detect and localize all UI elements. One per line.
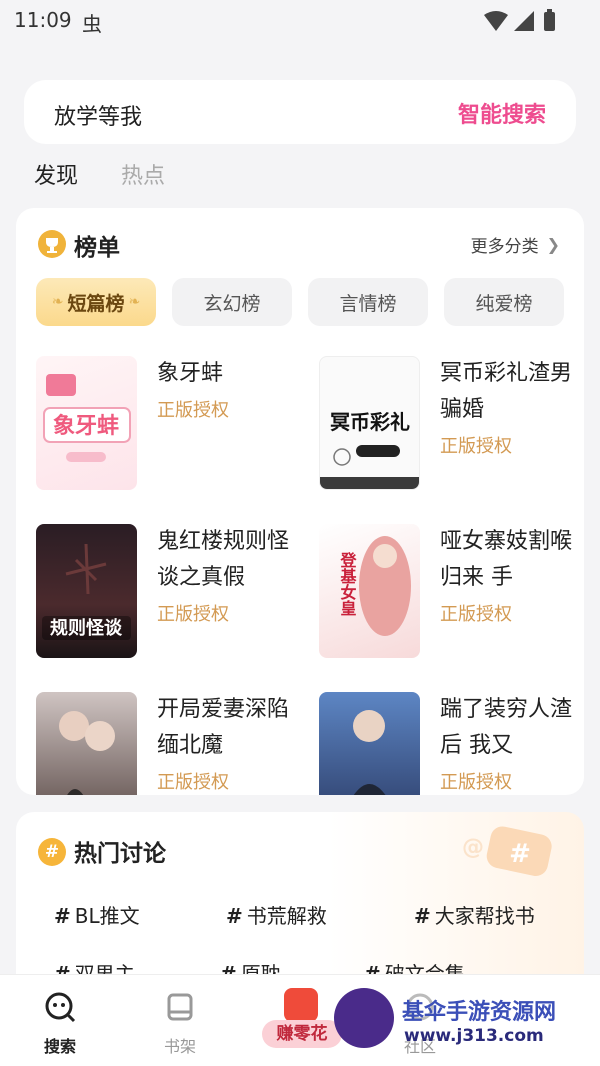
book-item[interactable]: 冥币彩礼 冥币彩礼渣男骗婚 正版授权 — [319, 356, 584, 516]
chip-label: 言情榜 — [339, 292, 397, 315]
hashtag-icon: # — [414, 904, 431, 928]
search-face-icon — [45, 992, 76, 1023]
nav-label: 书架 — [163, 1037, 196, 1056]
book-item[interactable]: 象牙蚌 象牙蚌 正版授权 — [36, 356, 306, 516]
topic-link[interactable]: # 书荒解救 — [226, 900, 327, 929]
book-item[interactable]: 规则怪谈 鬼红楼规则怪谈之真假 正版授权 — [36, 524, 306, 684]
license-tag: 正版授权 — [157, 604, 229, 625]
chip-label: 玄幻榜 — [203, 292, 261, 315]
status-bar: 11:09 虫 — [0, 0, 600, 42]
topic-label: 大家帮找书 — [434, 904, 535, 928]
topic-label: BL推文 — [74, 904, 140, 928]
watermark-logo — [334, 988, 394, 1048]
search-bar[interactable]: 放学等我 智能搜索 — [24, 80, 576, 144]
chip-romance[interactable]: 言情榜 — [308, 278, 428, 326]
book-item[interactable]: 开局爱妻深陷缅北魔 正版授权 — [36, 692, 306, 795]
hashtag-icon: # — [54, 904, 71, 928]
cover-text: 冥币彩礼 — [330, 410, 410, 434]
hashtag-tag-icon: # @ — [462, 826, 552, 876]
debug-bug-icon: 虫 — [82, 12, 102, 36]
battery-icon — [544, 12, 555, 31]
cover-text: 规则怪谈 — [50, 617, 123, 639]
bookshelf-icon — [167, 993, 193, 1021]
book-item[interactable]: 踹了装穷人渣后 我又 正版授权 — [319, 692, 584, 795]
cover-text: 象牙蚌 — [53, 413, 119, 439]
watermark-url: www.j313.com — [404, 1026, 544, 1046]
red-envelope-icon — [284, 988, 318, 1022]
hot-discussions-title: 热门讨论 — [74, 841, 166, 867]
status-time: 11:09 — [14, 8, 72, 32]
laurel-left-icon: ❧ — [51, 294, 64, 310]
tab-discover[interactable]: 发现 — [34, 158, 78, 190]
watermark-title: 基伞手游资源网 — [402, 1000, 557, 1025]
book-cover: 登基女皇 — [319, 524, 420, 658]
book-cover: 象牙蚌 — [36, 356, 137, 490]
chip-pure-love[interactable]: 纯爱榜 — [444, 278, 564, 326]
license-tag: 正版授权 — [440, 436, 512, 457]
rankings-title: 榜单 — [74, 235, 120, 261]
smart-search-button[interactable]: 智能搜索 — [458, 97, 546, 129]
earn-pocket-money-button[interactable]: 赚零花 — [256, 988, 344, 1050]
hashtag-icon: # — [226, 904, 243, 928]
chip-short-story[interactable]: ❧ 短篇榜 ❧ — [36, 278, 156, 326]
more-categories-link[interactable]: 更多分类 ❯ — [471, 232, 560, 257]
status-icons — [484, 9, 555, 31]
topic-label: 书荒解救 — [246, 904, 327, 928]
trophy-icon — [38, 230, 66, 258]
license-tag: 正版授权 — [157, 400, 229, 421]
nav-label: 搜索 — [43, 1037, 76, 1056]
wifi-icon — [484, 11, 508, 31]
license-tag: 正版授权 — [440, 604, 512, 625]
chip-label: 短篇榜 — [67, 292, 125, 315]
topic-link[interactable]: # BL推文 — [54, 900, 140, 929]
hashtag-icon: # — [38, 838, 66, 866]
book-title: 象牙蚌 — [157, 361, 224, 386]
book-cover: 冥币彩礼 — [319, 356, 420, 490]
license-tag: 正版授权 — [440, 772, 512, 793]
laurel-right-icon: ❧ — [128, 294, 141, 310]
nav-bookshelf[interactable]: 书架 — [150, 991, 210, 1057]
promo-label: 赚零花 — [262, 1020, 342, 1048]
cover-text: 登基女皇 — [338, 551, 358, 616]
svg-text:#: # — [509, 839, 531, 869]
book-cover: 规则怪谈 — [36, 524, 137, 658]
tab-hot[interactable]: 热点 — [121, 158, 165, 190]
more-categories-label: 更多分类 — [470, 237, 539, 257]
search-input[interactable]: 放学等我 — [54, 99, 142, 131]
chevron-right-icon: ❯ — [546, 235, 560, 254]
book-title: 哑女寨妓割喉归来 手 — [440, 529, 573, 590]
topic-link[interactable]: # 大家帮找书 — [414, 900, 535, 929]
rankings-card: 榜单 更多分类 ❯ ❧ 短篇榜 ❧ 玄幻榜 言情榜 纯爱榜 象牙蚌 象牙蚌 正版… — [16, 208, 584, 795]
book-title: 踹了装穷人渣后 我又 — [440, 697, 573, 758]
book-item[interactable]: 登基女皇 哑女寨妓割喉归来 手 正版授权 — [319, 524, 584, 684]
watermark: 基伞手游资源网 www.j313.com — [334, 984, 600, 1056]
chip-fantasy[interactable]: 玄幻榜 — [172, 278, 292, 326]
book-title: 鬼红楼规则怪谈之真假 — [157, 529, 290, 590]
book-cover — [36, 692, 137, 795]
svg-text:@: @ — [462, 835, 484, 860]
book-title: 开局爱妻深陷缅北魔 — [157, 697, 290, 758]
nav-search[interactable]: 搜索 — [30, 991, 90, 1057]
signal-icon — [514, 11, 534, 31]
chip-label: 纯爱榜 — [475, 292, 533, 315]
book-title: 冥币彩礼渣男骗婚 — [440, 361, 573, 422]
book-cover — [319, 692, 420, 795]
license-tag: 正版授权 — [157, 772, 229, 793]
